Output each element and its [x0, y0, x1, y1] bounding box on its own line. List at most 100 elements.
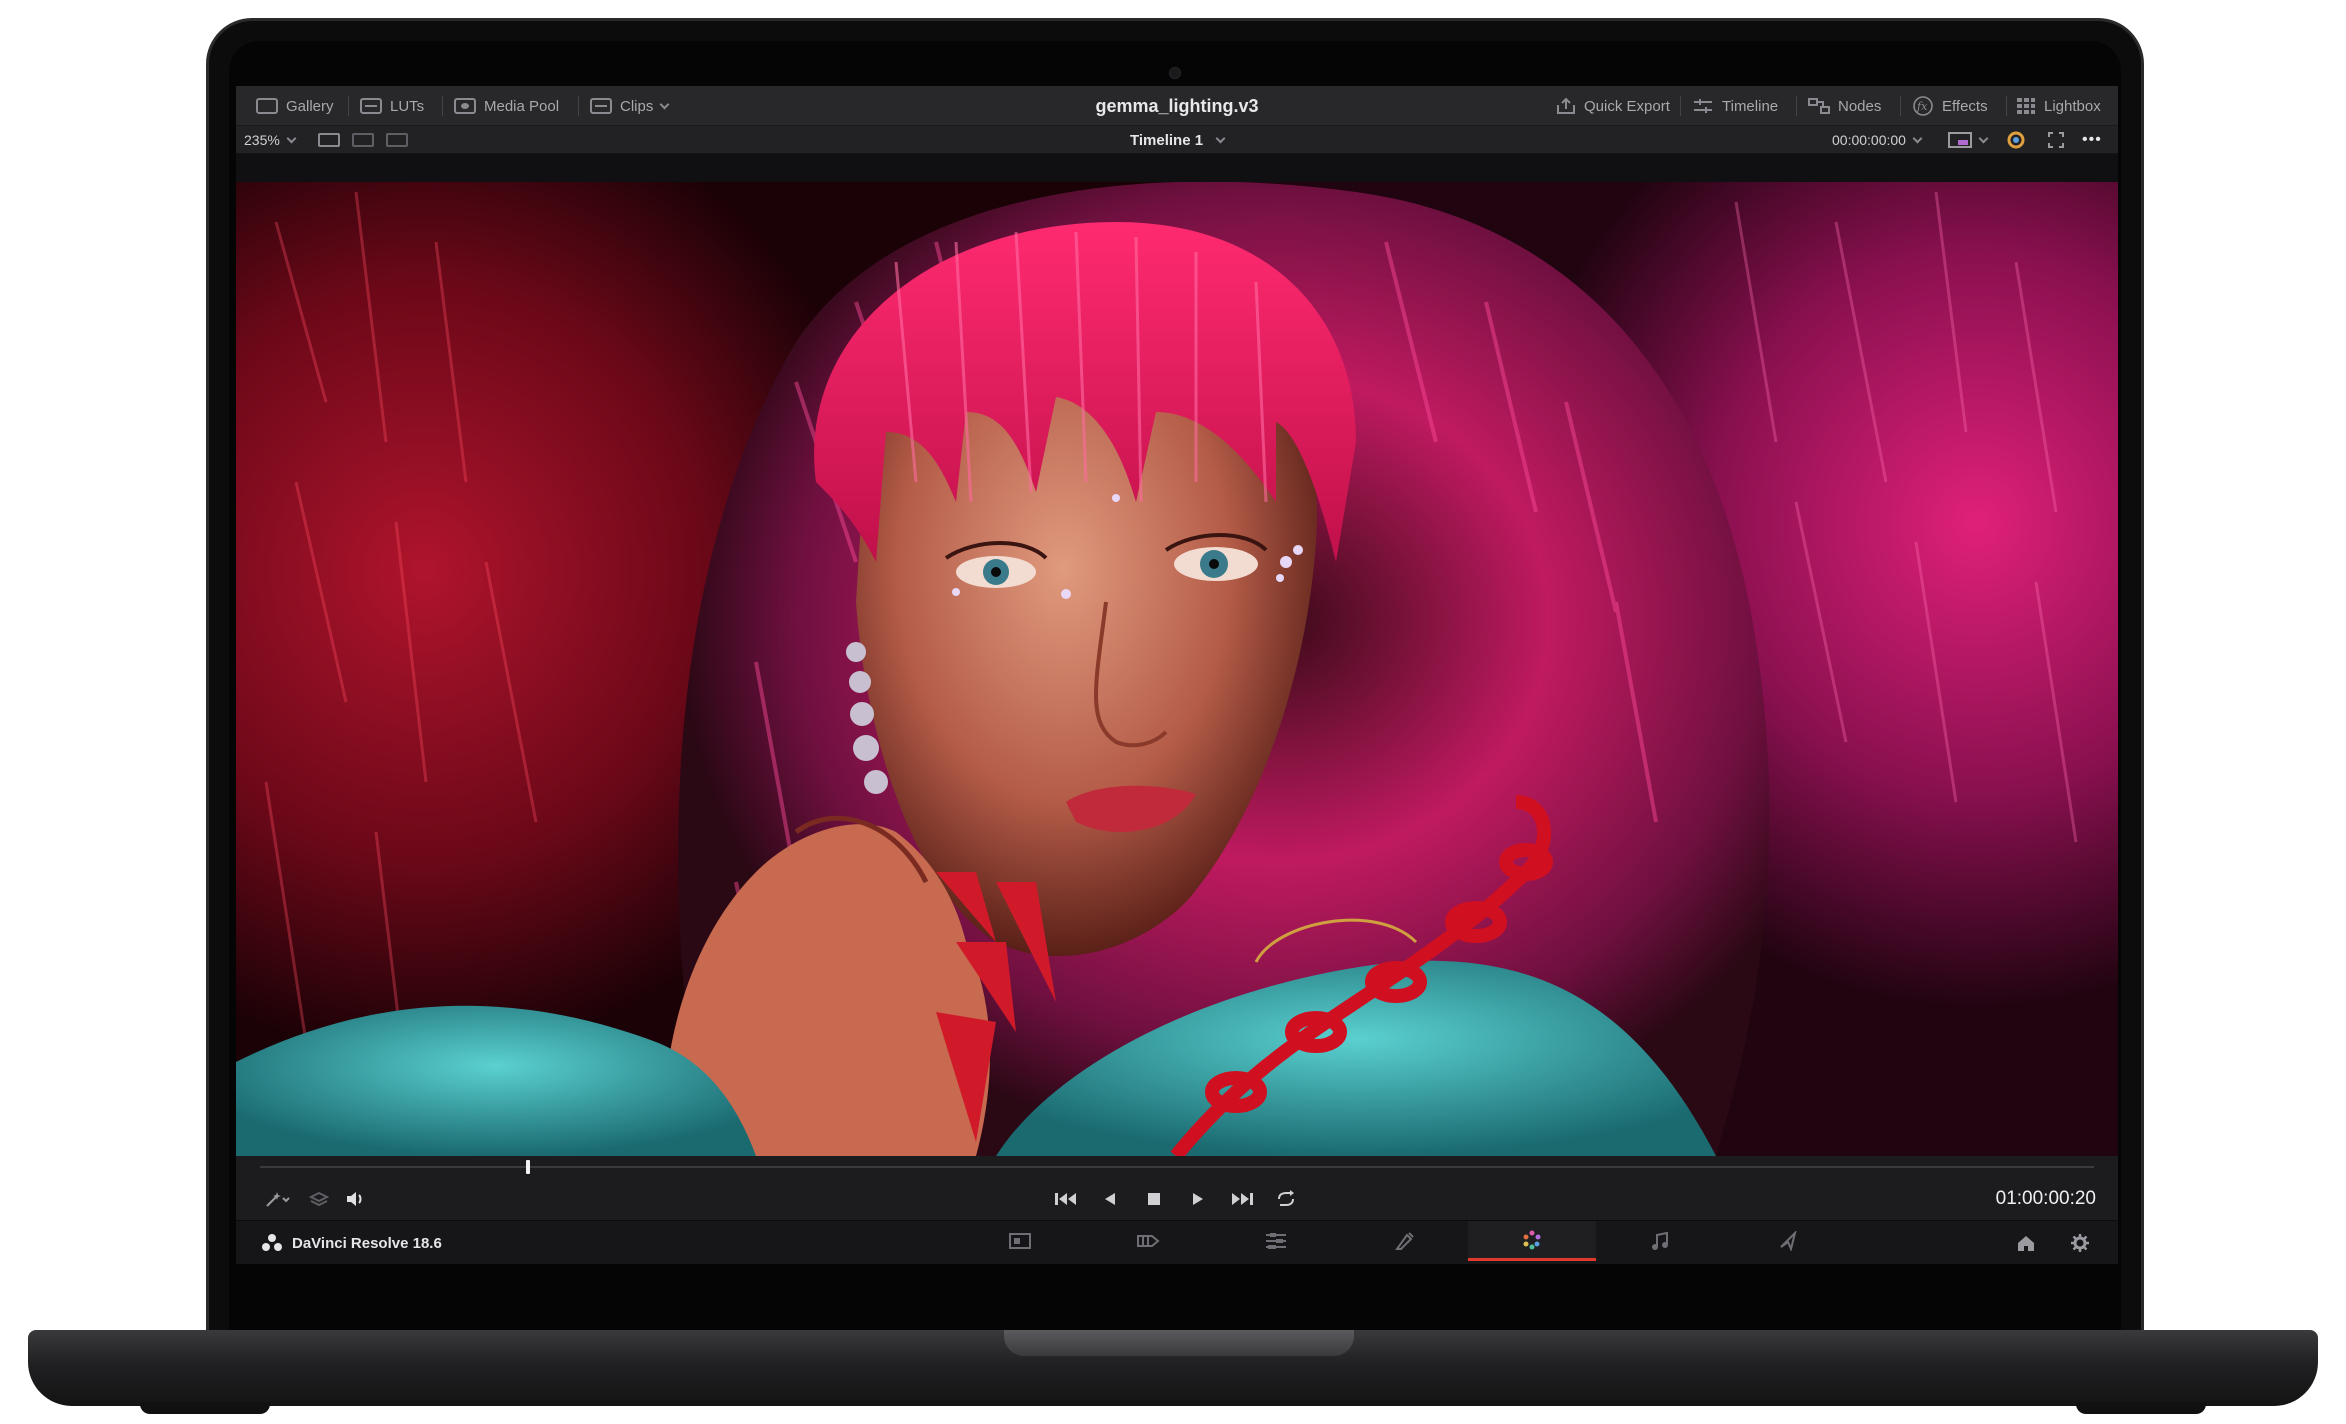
laptop-foot-right: [2076, 1402, 2206, 1414]
play-icon: [1193, 1193, 1203, 1205]
fairlight-page-icon: [1652, 1231, 1668, 1250]
edit-page-icon: [1266, 1233, 1286, 1249]
timeline-icon: [1694, 99, 1712, 113]
fusion-page-button[interactable]: [1340, 1221, 1468, 1261]
toolbar-divider: [2006, 96, 2007, 116]
settings-button[interactable]: [2070, 1221, 2090, 1265]
resolve-app-window: Gallery LUTs Media Pool Clips gemma_ligh…: [236, 86, 2118, 1300]
more-icon: •••: [2082, 131, 2102, 148]
luts-icon: [360, 98, 382, 114]
record-timecode: 01:00:00:20: [1995, 1188, 2096, 1209]
stop-icon: [1148, 1193, 1160, 1205]
toolbar-divider: [348, 96, 349, 116]
deliver-page-icon: [1780, 1231, 1797, 1251]
color-picker-button[interactable]: [2006, 126, 2026, 154]
nodes-icon: [1808, 98, 1830, 114]
top-toolbar: Gallery LUTs Media Pool Clips gemma_ligh…: [236, 86, 2118, 126]
viewer-mode-dropdown[interactable]: [1948, 126, 1989, 154]
loop-icon: [1278, 1190, 1294, 1206]
media-pool-label: Media Pool: [484, 97, 560, 115]
playhead[interactable]: [526, 1160, 530, 1174]
app-version: DaVinci Resolve 18.6: [292, 1234, 442, 1252]
svg-text:fx: fx: [1916, 100, 1928, 113]
home-icon: [2018, 1236, 2034, 1251]
play-reverse-icon: [1105, 1193, 1115, 1205]
chevron-down-icon: [659, 99, 670, 109]
quick-export-button[interactable]: Quick Export: [1556, 86, 1670, 126]
media-page-button[interactable]: [956, 1221, 1084, 1261]
timeline-button[interactable]: Timeline: [1692, 86, 1778, 126]
resolve-brand: DaVinci Resolve 18.6: [262, 1221, 442, 1265]
color-page-button[interactable]: [1468, 1221, 1596, 1261]
gear-icon: [2071, 1234, 2089, 1252]
viewer-image: [236, 182, 2118, 1156]
loop-button[interactable]: [1268, 1178, 1304, 1220]
cut-page-icon: [1137, 1235, 1160, 1247]
portrait-image: [236, 182, 2118, 1156]
wand-icon: [266, 1192, 290, 1207]
clip-tool-dropdown[interactable]: [256, 1178, 300, 1220]
laptop: Gallery LUTs Media Pool Clips gemma_ligh…: [0, 0, 2346, 1424]
go-to-start-button[interactable]: [1048, 1178, 1084, 1220]
webcam: [1169, 67, 1181, 79]
effects-button[interactable]: fx Effects: [1912, 86, 1988, 126]
stop-button[interactable]: [1136, 1178, 1172, 1220]
gallery-icon: [256, 98, 278, 114]
clips-icon: [590, 98, 612, 114]
volume-button[interactable]: [340, 1178, 370, 1220]
media-pool-icon: [454, 98, 476, 114]
more-options-button[interactable]: •••: [2082, 126, 2102, 154]
quick-export-label: Quick Export: [1584, 97, 1670, 115]
edit-page-button[interactable]: [1212, 1221, 1340, 1261]
resolve-logo-icon: [262, 1234, 282, 1252]
luts-button[interactable]: LUTs: [360, 86, 424, 126]
lightbox-icon: [2017, 98, 2035, 114]
source-timecode-dropdown[interactable]: 00:00:00:00: [1832, 126, 1923, 154]
scrub-track[interactable]: [260, 1166, 2094, 1168]
toolbar-divider: [442, 96, 443, 116]
toolbar-divider: [1680, 96, 1681, 116]
luts-label: LUTs: [390, 97, 425, 115]
lightbox-label: Lightbox: [2044, 97, 2101, 115]
source-timecode: 00:00:00:00: [1832, 132, 1906, 148]
cut-page-button[interactable]: [1084, 1221, 1212, 1261]
nodes-button[interactable]: Nodes: [1808, 86, 1881, 126]
fairlight-page-button[interactable]: [1596, 1221, 1724, 1261]
timeline-name: Timeline 1: [1129, 131, 1204, 149]
transport-controls: 01:00:00:20: [236, 1178, 2118, 1220]
viewer-scrubber[interactable]: [236, 1156, 2118, 1178]
toolbar-divider: [578, 96, 579, 116]
deliver-page-button[interactable]: [1724, 1221, 1852, 1261]
layers-button[interactable]: [304, 1178, 334, 1220]
clips-label: Clips: [620, 97, 654, 115]
home-button[interactable]: [2016, 1221, 2036, 1265]
chevron-down-icon: [1912, 133, 1923, 143]
go-to-end-icon: [1232, 1193, 1253, 1205]
lightbox-button[interactable]: Lightbox: [2016, 86, 2101, 126]
effects-icon: fx: [1913, 96, 1933, 116]
go-to-start-icon: [1055, 1193, 1076, 1205]
nodes-label: Nodes: [1838, 97, 1882, 115]
media-pool-button[interactable]: Media Pool: [454, 86, 559, 126]
page-navigation-bar: DaVinci Resolve 18.6: [236, 1220, 2118, 1264]
chevron-down-icon: [1978, 133, 1989, 143]
viewer-panel[interactable]: [236, 154, 2118, 1156]
laptop-foot-left: [140, 1402, 270, 1414]
play-button[interactable]: [1180, 1178, 1216, 1220]
enhanced-viewer-button[interactable]: [2048, 126, 2064, 154]
quick-export-icon: [1557, 97, 1575, 114]
effects-label: Effects: [1942, 97, 1988, 115]
base-opening-notch: [1004, 1330, 1354, 1356]
viewer-mode-icon: [1948, 132, 1972, 148]
clips-button[interactable]: Clips: [590, 86, 670, 126]
media-page-icon: [1009, 1233, 1031, 1249]
gallery-label: Gallery: [286, 97, 334, 115]
play-reverse-button[interactable]: [1092, 1178, 1128, 1220]
go-to-end-button[interactable]: [1224, 1178, 1260, 1220]
gallery-button[interactable]: Gallery: [256, 86, 334, 126]
fusion-page-icon: [1395, 1232, 1414, 1250]
toolbar-divider: [1900, 96, 1901, 116]
viewer-toolbar: 235% Timeline 1 00:00:00:00 •••: [236, 126, 2118, 154]
speaker-icon: [347, 1192, 362, 1206]
layers-icon: [309, 1191, 329, 1207]
